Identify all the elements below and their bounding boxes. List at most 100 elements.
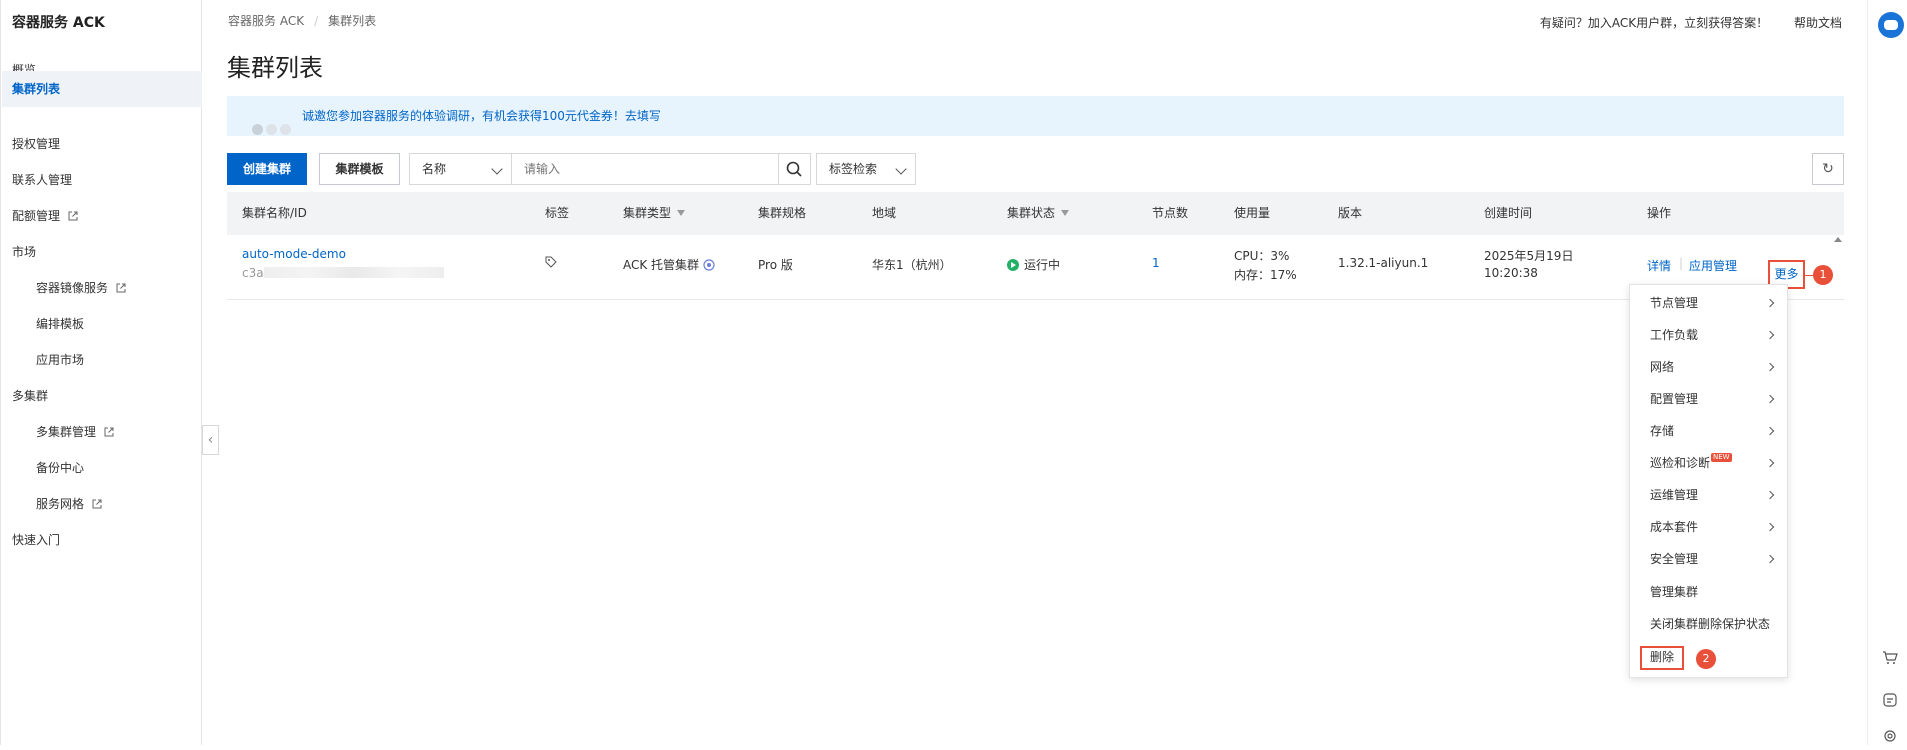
cluster-type-label: ACK 托管集群 <box>623 258 700 272</box>
menu-item-inspection-diagnosis[interactable]: 巡检和诊断 NEW <box>1630 447 1787 479</box>
table-header: 集群名称/ID 标签 集群类型 集群规格 地域 集群状态 节点数 使用量 版本 … <box>227 192 1844 242</box>
sidebar-item-cluster-list[interactable]: 集群列表 <box>2 71 202 107</box>
sidebar-item-multicluster-management-label: 多集群管理 <box>36 425 97 439</box>
callout-badge-2: 2 <box>1696 649 1716 669</box>
cluster-table: 集群名称/ID 标签 集群类型 集群规格 地域 集群状态 节点数 使用量 版本 … <box>227 192 1844 300</box>
external-link-icon <box>92 499 102 509</box>
refresh-button[interactable]: ↻ <box>1812 153 1844 185</box>
col-created: 创建时间 <box>1484 206 1533 220</box>
chevron-right-icon <box>1765 426 1775 436</box>
col-version: 版本 <box>1338 206 1363 220</box>
main-content: 容器服务 ACK / 集群列表 有疑问？加入ACK用户群，立刻获得答案！ 帮助文档 … <box>203 0 1867 745</box>
create-cluster-button[interactable]: 创建集群 <box>227 153 307 185</box>
join-user-group-link[interactable]: 有疑问？加入ACK用户群，立刻获得答案！ <box>1540 16 1768 30</box>
menu-item-workloads[interactable]: 工作负载 <box>1630 319 1787 351</box>
details-link[interactable]: 详情 <box>1647 257 1671 274</box>
action-divider: | <box>1679 256 1684 270</box>
feedback-icon[interactable] <box>1881 692 1899 710</box>
filter-icon[interactable] <box>1061 210 1070 216</box>
chevron-right-icon <box>1765 362 1775 372</box>
cluster-id: c3a <box>242 266 444 280</box>
cart-icon[interactable] <box>1881 650 1899 668</box>
col-name: 集群名称/ID <box>242 206 307 220</box>
filter-icon[interactable] <box>677 210 686 216</box>
breadcrumb-current: 集群列表 <box>328 14 377 28</box>
more-actions-menu: 节点管理 工作负载 网络 配置管理 存储 巡检和诊断 NEW 运维管理 成本套件 … <box>1629 284 1788 678</box>
chevron-down-icon <box>895 163 907 175</box>
chevron-down-icon <box>491 163 503 175</box>
menu-item-ops-management[interactable]: 运维管理 <box>1630 479 1787 511</box>
right-rail <box>1867 0 1907 745</box>
sidebar-item-quota[interactable]: 配额管理 <box>12 198 202 234</box>
cluster-version: 1.32.1-aliyun.1 <box>1338 256 1429 270</box>
callout-badge-1: 1 <box>1813 265 1833 285</box>
sidebar-item-quick-start[interactable]: 快速入门 <box>12 522 202 558</box>
toolbar: 创建集群 集群模板 名称 标签检索 ↻ <box>227 153 1844 185</box>
col-nodes: 节点数 <box>1152 206 1189 220</box>
menu-item-network[interactable]: 网络 <box>1630 351 1787 383</box>
menu-item-node-management[interactable]: 节点管理 <box>1630 287 1787 319</box>
sidebar-title: 容器服务 ACK <box>12 15 105 31</box>
created-date: 2025年5月19日 <box>1484 249 1574 263</box>
menu-item-cost-suite[interactable]: 成本套件 <box>1630 511 1787 543</box>
menu-item-node-management-label: 节点管理 <box>1650 296 1699 310</box>
sidebar-group-market[interactable]: 市场 <box>12 234 202 270</box>
sidebar-item-service-mesh-label: 服务网格 <box>36 497 85 511</box>
tag-search-label: 标签检索 <box>829 162 878 176</box>
sidebar-item-multicluster-management[interactable]: 多集群管理 <box>36 414 226 450</box>
cluster-template-button[interactable]: 集群模板 <box>319 153 400 185</box>
top-links: 有疑问？加入ACK用户群，立刻获得答案！ 帮助文档 <box>1518 14 1842 31</box>
col-status-label: 集群状态 <box>1007 206 1056 220</box>
sidebar-group-multicluster[interactable]: 多集群 <box>12 378 202 414</box>
tag-search-button[interactable]: 标签检索 <box>816 153 916 185</box>
col-status[interactable]: 集群状态 <box>1007 192 1070 235</box>
delete-highlight <box>1640 646 1684 670</box>
survey-notice-link[interactable]: 诚邀您参加容器服务的体验调研，有机会获得100元代金券！去填写 <box>302 109 661 123</box>
search-button[interactable] <box>779 153 811 185</box>
menu-item-storage-label: 存储 <box>1650 424 1675 438</box>
page-title: 集群列表 <box>227 54 323 82</box>
menu-item-storage[interactable]: 存储 <box>1630 415 1787 447</box>
app-management-link[interactable]: 应用管理 <box>1689 257 1737 274</box>
chevron-right-icon <box>1765 490 1775 500</box>
cluster-status: 运行中 <box>1007 256 1060 273</box>
col-tags: 标签 <box>545 206 570 220</box>
managed-cluster-icon <box>703 259 715 271</box>
menu-item-security-management-label: 安全管理 <box>1650 552 1699 566</box>
col-type-label: 集群类型 <box>623 206 672 220</box>
node-count-link[interactable]: 1 <box>1152 256 1160 270</box>
sidebar-item-contacts[interactable]: 联系人管理 <box>12 162 202 198</box>
memory-usage: 内存：17% <box>1234 268 1297 282</box>
sidebar-item-orchestration-templates[interactable]: 编排模板 <box>36 306 226 342</box>
menu-item-security-management[interactable]: 安全管理 <box>1630 543 1787 575</box>
menu-item-network-label: 网络 <box>1650 360 1675 374</box>
loading-dots-icon <box>252 111 294 151</box>
col-type[interactable]: 集群类型 <box>623 192 686 235</box>
cpu-usage: CPU：3% <box>1234 249 1290 263</box>
menu-item-config-management[interactable]: 配置管理 <box>1630 383 1787 415</box>
breadcrumb-root[interactable]: 容器服务 ACK <box>228 14 304 28</box>
tag-icon[interactable] <box>545 256 557 268</box>
sidebar: 容器服务 ACK 概览 集群列表 授权管理 联系人管理 配额管理 市场 容器镜像… <box>0 0 202 745</box>
breadcrumb: 容器服务 ACK / 集群列表 <box>228 12 376 29</box>
sidebar-item-service-mesh[interactable]: 服务网格 <box>36 486 226 522</box>
sidebar-item-authorization[interactable]: 授权管理 <box>12 126 202 162</box>
help-docs-link[interactable]: 帮助文档 <box>1794 16 1842 30</box>
cluster-id-prefix: c3a <box>242 266 264 280</box>
refresh-icon: ↻ <box>1822 161 1834 177</box>
sidebar-item-quota-label: 配额管理 <box>12 209 61 223</box>
col-usage: 使用量 <box>1234 206 1271 220</box>
menu-item-disable-deletion-protection[interactable]: 关闭集群删除保护状态 <box>1630 608 1787 640</box>
settings-icon[interactable] <box>1881 728 1899 746</box>
search-input[interactable] <box>512 153 779 185</box>
sidebar-item-container-registry-label: 容器镜像服务 <box>36 281 109 295</box>
cluster-region: 华东1（杭州） <box>872 258 952 272</box>
breadcrumb-separator: / <box>314 14 319 28</box>
sidebar-item-app-market[interactable]: 应用市场 <box>36 342 226 378</box>
menu-item-manage-cluster[interactable]: 管理集群 <box>1630 576 1787 608</box>
sidebar-item-container-registry[interactable]: 容器镜像服务 <box>36 270 226 306</box>
search-field-select[interactable]: 名称 <box>409 153 512 185</box>
sidebar-item-backup-center[interactable]: 备份中心 <box>36 450 226 486</box>
assistant-avatar-icon[interactable] <box>1878 12 1904 38</box>
cluster-name-link[interactable]: auto-mode-demo <box>242 247 346 261</box>
